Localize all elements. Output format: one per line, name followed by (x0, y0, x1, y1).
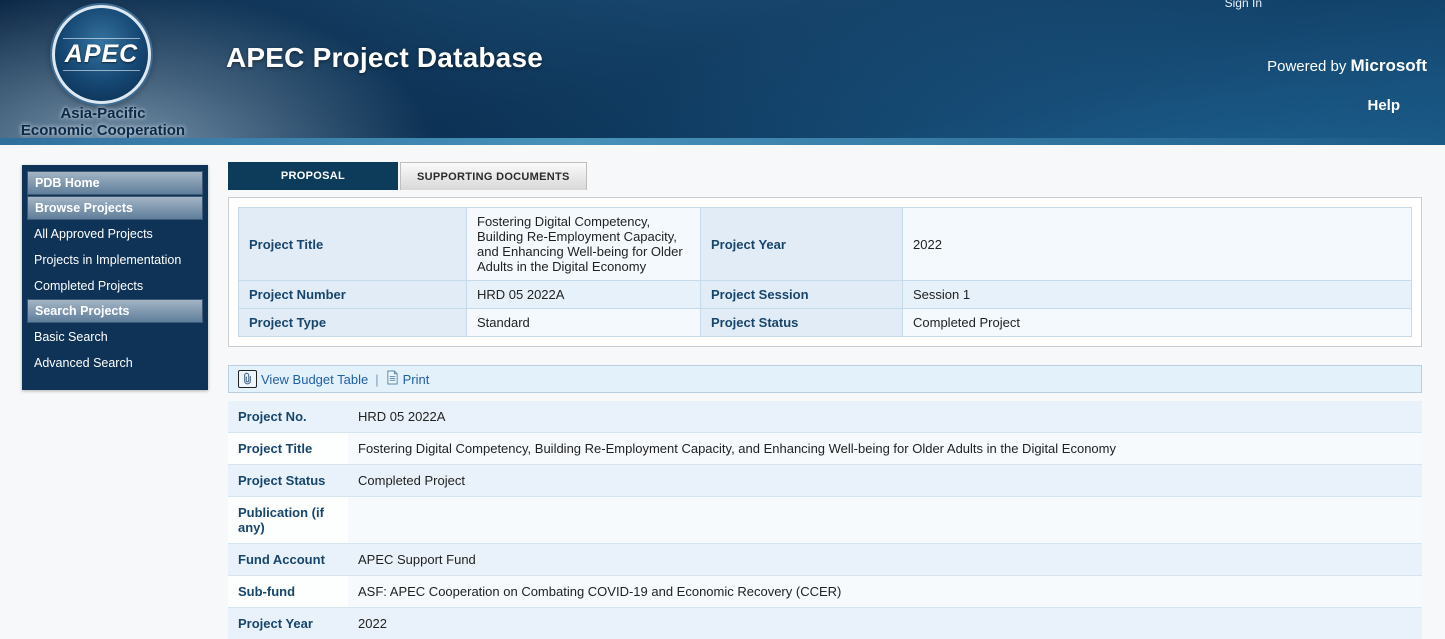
summary-value-cell: Fostering Digital Competency, Building R… (467, 208, 701, 281)
tab-proposal[interactable]: PROPOSAL (228, 162, 398, 190)
summary-value-cell: Standard (467, 309, 701, 337)
view-budget-table-label: View Budget Table (261, 372, 368, 387)
detail-value-cell: Completed Project (348, 465, 1422, 497)
org-name-line1: Asia-Pacific (0, 105, 206, 122)
print-icon (386, 370, 399, 388)
summary-label-cell: Project Session (701, 281, 903, 309)
sidebar-item-projects-in-implementation[interactable]: Projects in Implementation (27, 247, 203, 273)
summary-value-cell: HRD 05 2022A (467, 281, 701, 309)
summary-value-cell: 2022 (903, 208, 1412, 281)
sidebar-item-completed-projects[interactable]: Completed Projects (27, 273, 203, 299)
sidebar-item-pdb-home[interactable]: PDB Home (27, 171, 203, 195)
sidebar-item-search-projects[interactable]: Search Projects (27, 299, 203, 323)
detail-value-cell: ASF: APEC Cooperation on Combating COVID… (348, 576, 1422, 608)
sidebar: PDB Home Browse Projects All Approved Pr… (22, 165, 208, 390)
table-row: Project Type Standard Project Status Com… (239, 309, 1412, 337)
detail-label-cell: Fund Account (228, 544, 348, 576)
view-budget-table-link[interactable]: View Budget Table (238, 370, 368, 388)
toolbar-separator: | (375, 372, 378, 387)
detail-value-cell: APEC Support Fund (348, 544, 1422, 576)
summary-label-cell: Project Title (239, 208, 467, 281)
summary-label-cell: Project Year (701, 208, 903, 281)
project-summary-table: Project Title Fostering Digital Competen… (238, 207, 1412, 337)
project-summary-panel: Project Title Fostering Digital Competen… (228, 197, 1422, 347)
detail-label-cell: Publication (if any) (228, 497, 348, 544)
table-row: Project Year 2022 (228, 608, 1422, 639)
detail-label-cell: Project No. (228, 401, 348, 433)
detail-label-cell: Project Year (228, 608, 348, 639)
print-link[interactable]: Print (386, 370, 430, 388)
table-row: Fund Account APEC Support Fund (228, 544, 1422, 576)
detail-value-cell (348, 497, 1422, 544)
summary-value-cell: Session 1 (903, 281, 1412, 309)
main-panel: PROPOSAL SUPPORTING DOCUMENTS Project Ti… (228, 162, 1422, 639)
sidebar-item-basic-search[interactable]: Basic Search (27, 324, 203, 350)
page-title: APEC Project Database (226, 42, 543, 74)
tab-supporting-documents[interactable]: SUPPORTING DOCUMENTS (400, 162, 587, 190)
project-details-table: Project No. HRD 05 2022A Project Title F… (228, 401, 1422, 639)
help-link[interactable]: Help (1367, 97, 1400, 114)
table-row: Project Title Fostering Digital Competen… (239, 208, 1412, 281)
detail-value-cell: Fostering Digital Competency, Building R… (348, 433, 1422, 465)
summary-value-cell: Completed Project (903, 309, 1412, 337)
table-row: Project No. HRD 05 2022A (228, 401, 1422, 433)
sidebar-item-advanced-search[interactable]: Advanced Search (27, 350, 203, 376)
table-row: Project Number HRD 05 2022A Project Sess… (239, 281, 1412, 309)
detail-label-cell: Sub-fund (228, 576, 348, 608)
powered-by-text: Powered by (1267, 58, 1346, 75)
table-row: Project Status Completed Project (228, 465, 1422, 497)
summary-label-cell: Project Type (239, 309, 467, 337)
header: APEC Asia-Pacific Economic Cooperation A… (0, 0, 1445, 145)
table-row: Project Title Fostering Digital Competen… (228, 433, 1422, 465)
detail-label-cell: Project Title (228, 433, 348, 465)
table-row: Sub-fund ASF: APEC Cooperation on Combat… (228, 576, 1422, 608)
powered-by: Powered by Microsoft (1267, 56, 1427, 76)
apec-logo-text: APEC (65, 40, 138, 69)
powered-by-brand: Microsoft (1351, 56, 1428, 75)
content-area: PDB Home Browse Projects All Approved Pr… (0, 145, 1445, 639)
detail-label-cell: Project Status (228, 465, 348, 497)
print-label: Print (403, 372, 430, 387)
apec-logo[interactable]: APEC (52, 5, 151, 104)
detail-value-cell: 2022 (348, 608, 1422, 639)
sidebar-item-all-approved-projects[interactable]: All Approved Projects (27, 221, 203, 247)
sidebar-item-browse-projects[interactable]: Browse Projects (27, 196, 203, 220)
summary-label-cell: Project Status (701, 309, 903, 337)
attachment-icon (238, 370, 257, 388)
org-name: Asia-Pacific Economic Cooperation (0, 105, 206, 139)
detail-value-cell: HRD 05 2022A (348, 401, 1422, 433)
summary-label-cell: Project Number (239, 281, 467, 309)
table-row: Publication (if any) (228, 497, 1422, 544)
tab-bar: PROPOSAL SUPPORTING DOCUMENTS (228, 162, 1422, 190)
org-name-line2: Economic Cooperation (0, 122, 206, 139)
actions-toolbar: View Budget Table | Print (228, 365, 1422, 393)
sign-in-link[interactable]: Sign In (1225, 0, 1262, 10)
